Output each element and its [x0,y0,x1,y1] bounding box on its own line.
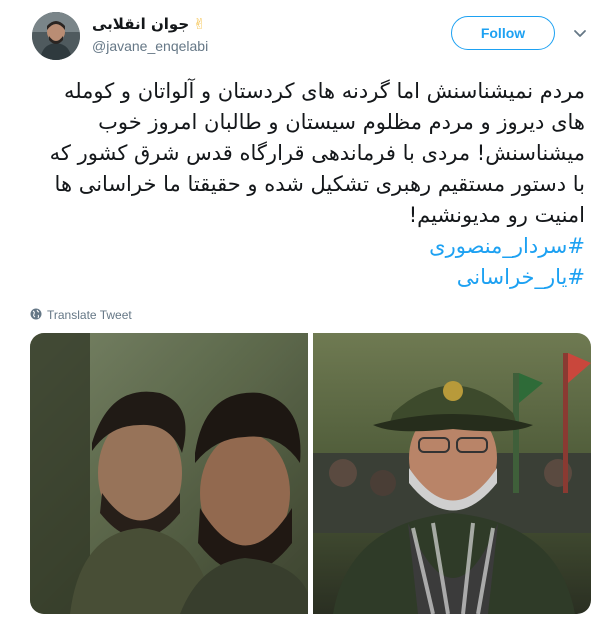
tweet-line: مردم نمیشناسنش اما گردنه های کردستان و آ… [63,79,585,103]
follow-button[interactable]: Follow [451,16,555,50]
globe-icon [30,308,42,323]
hashtag-link[interactable]: #یار_خراسانی [30,262,585,293]
photo-left[interactable] [30,333,308,614]
tweet-line: با دستور مستقیم رهبری تشکیل شده و حقیقتا… [54,172,585,196]
photo-right[interactable] [313,333,591,614]
user-handle[interactable]: @javane_enqelabi [92,38,352,54]
tweet-text: مردم نمیشناسنش اما گردنه های کردستان و آ… [30,76,585,293]
translate-tweet-link[interactable]: Translate Tweet [30,306,132,324]
avatar[interactable] [32,12,80,60]
chevron-down-icon[interactable] [572,26,588,42]
tweet-media[interactable] [30,333,591,614]
tweet-line: امنیت رو مدیونشیم! [408,203,585,227]
victory-hand-icon: ✌ [193,15,206,33]
hashtag-link[interactable]: #سردار_منصوری [30,231,585,262]
display-name[interactable]: جوان انقلابی ✌ [92,14,352,34]
tweet-header: جوان انقلابی ✌ @javane_enqelabi Follow [0,0,615,72]
tweet-line: های دیروز و مردم مظلوم سیستان و طالبان ا… [98,110,585,134]
tweet-line: میشناسنش! مردی با فرماندهی قرارگاه قدس ش… [49,141,585,165]
